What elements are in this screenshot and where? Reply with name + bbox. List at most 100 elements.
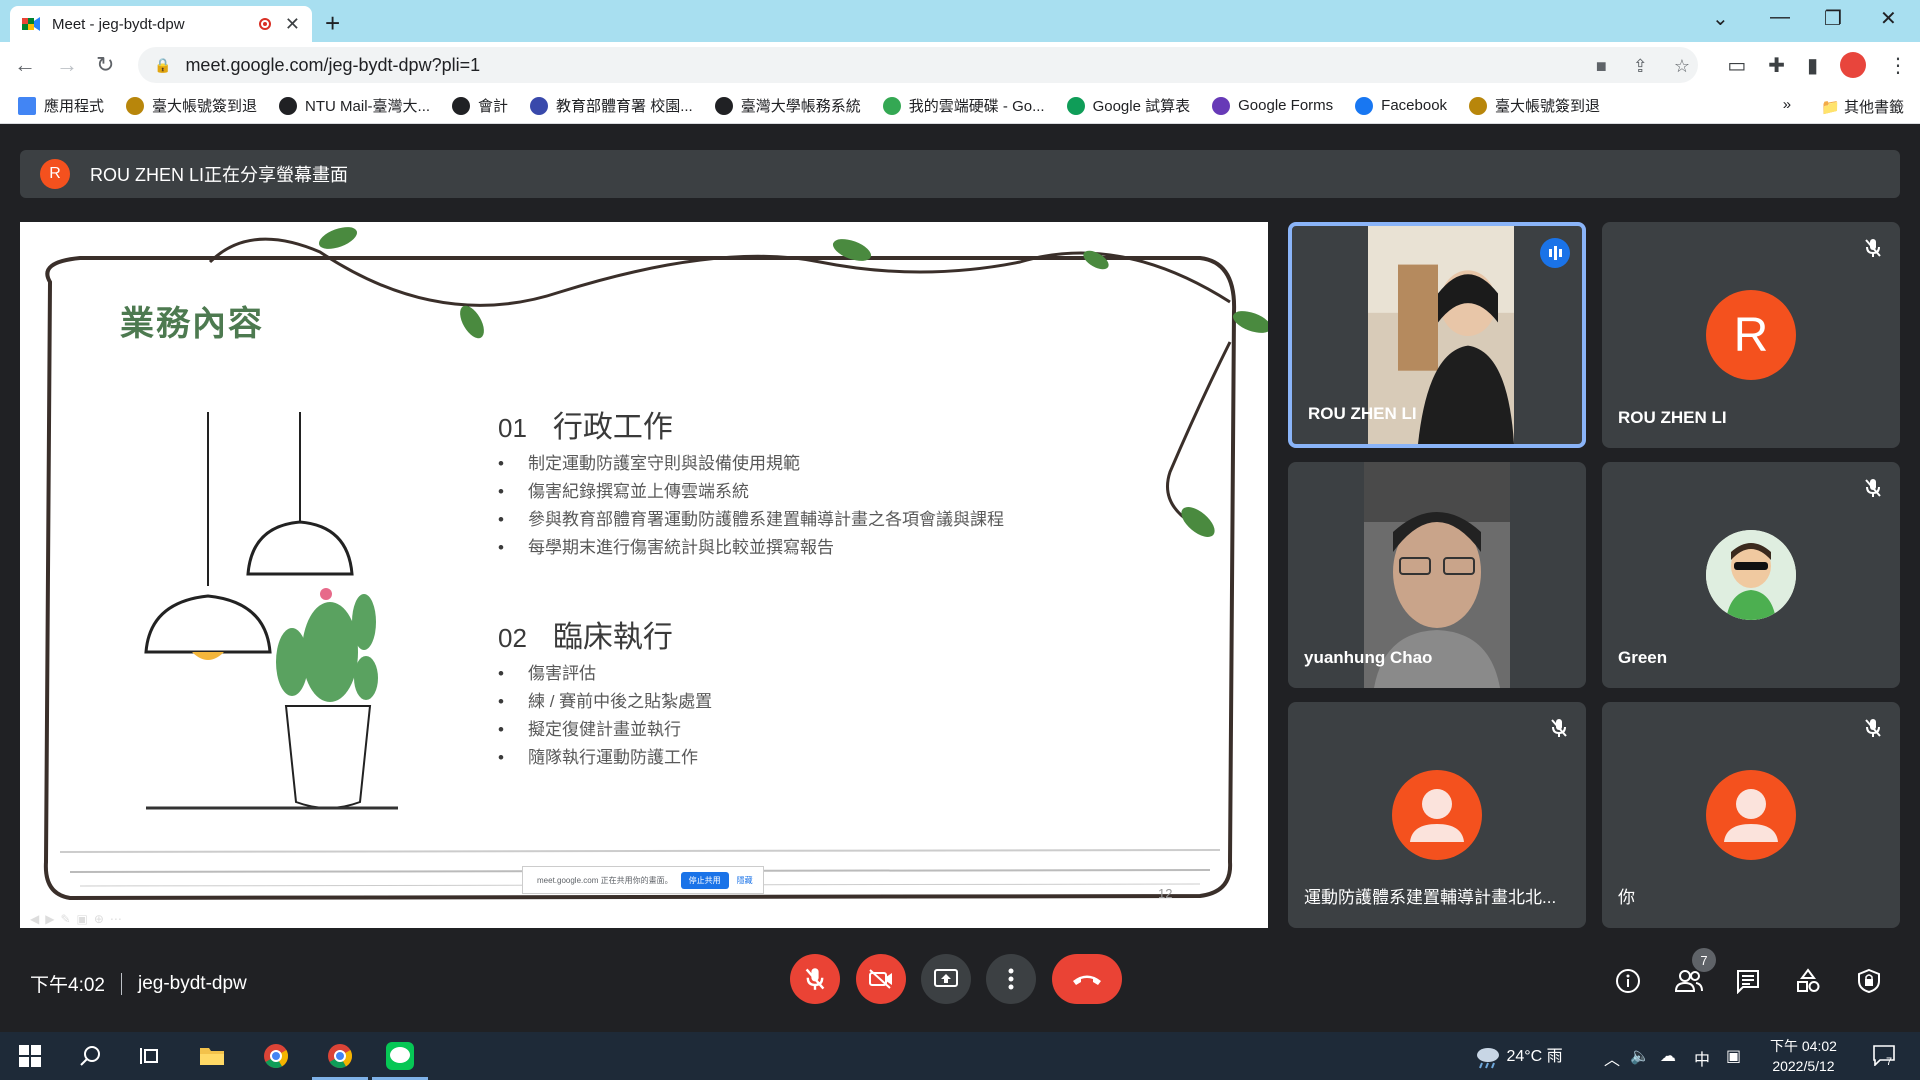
- extensions-icon[interactable]: ✚: [1768, 53, 1785, 78]
- other-bookmarks[interactable]: 📁 其他書籤: [1821, 96, 1904, 117]
- forward-button[interactable]: →: [56, 52, 78, 78]
- meet-control-bar: 下午4:02 jeg-bydt-dpw 7: [0, 926, 1920, 1032]
- chrome-icon: [328, 1044, 353, 1069]
- bookmark-icon: [530, 96, 549, 115]
- activities-icon[interactable]: [1795, 968, 1821, 994]
- participant-tile[interactable]: ROU ZHEN LI: [1288, 222, 1586, 448]
- minimize-button[interactable]: —: [1770, 6, 1790, 29]
- bookmark-label: 教育部體育署 校園...: [556, 98, 693, 115]
- bookmark-icon: [126, 96, 145, 115]
- meet-area: R ROU ZHEN LI正在分享螢幕畫面 業務內容 01 行政工作 • 制定運…: [0, 124, 1920, 1032]
- host-controls-shield-icon[interactable]: [1856, 968, 1882, 994]
- stop-sharing-button[interactable]: 停止共用: [680, 871, 729, 889]
- address-bar[interactable]: 🔒 meet.google.com/jeg-bydt-dpw?pli=1: [138, 47, 1698, 83]
- notifications-icon[interactable]: 7: [1872, 1044, 1896, 1071]
- weather-text: 24°C 雨: [1506, 1048, 1563, 1065]
- bookmark-item[interactable]: NTU Mail-臺灣大...: [279, 95, 430, 116]
- line-app-button[interactable]: [386, 1042, 414, 1070]
- bookmark-item[interactable]: 我的雲端硬碟 - Go...: [882, 95, 1045, 116]
- bookmark-item[interactable]: 臺大帳號簽到退: [126, 95, 257, 116]
- section-1-list: 制定運動防護室守則與設備使用規範 傷害紀錄撰寫並上傳雲端系統 參與教育部體育署運…: [498, 450, 1004, 562]
- people-icon[interactable]: [1674, 968, 1704, 994]
- back-button[interactable]: ←: [14, 52, 36, 78]
- bookmark-item[interactable]: Google Forms: [1212, 96, 1334, 115]
- participant-tile[interactable]: Green: [1602, 462, 1900, 688]
- camera-in-use-icon[interactable]: ■: [1596, 56, 1607, 77]
- bookmark-item[interactable]: 應用程式: [18, 95, 104, 116]
- chat-icon[interactable]: [1735, 968, 1761, 994]
- mic-off-icon: [1550, 718, 1568, 743]
- bookmark-item[interactable]: 臺大帳號簽到退: [1469, 95, 1600, 116]
- bookmarks-overflow-icon[interactable]: »: [1783, 96, 1791, 117]
- restore-button[interactable]: ❐: [1824, 6, 1842, 31]
- chrome-icon: [264, 1044, 289, 1069]
- meeting-code: jeg-bydt-dpw: [137, 972, 247, 994]
- profile-avatar[interactable]: [1840, 52, 1866, 78]
- new-tab-button[interactable]: +: [325, 8, 340, 39]
- bookmark-item[interactable]: 會計: [452, 95, 508, 116]
- participant-tile[interactable]: 你: [1602, 702, 1900, 928]
- participant-name: yuanhung Chao: [1304, 648, 1433, 667]
- ime-mode-icon[interactable]: ▣: [1726, 1046, 1741, 1066]
- side-panel-icon[interactable]: ▮: [1807, 53, 1818, 78]
- hide-button[interactable]: 隱藏: [737, 875, 753, 886]
- tab-search-chevron-icon[interactable]: ⌄: [1712, 6, 1729, 31]
- speaking-indicator-icon: [1540, 238, 1570, 268]
- mic-off-icon: [1864, 718, 1882, 743]
- more-options-button[interactable]: [986, 954, 1036, 1004]
- meeting-details-info-icon[interactable]: [1615, 968, 1641, 994]
- bookmark-icon: [1066, 96, 1085, 115]
- notification-center-icon: [1873, 1045, 1895, 1067]
- share-icon[interactable]: ⇪: [1633, 56, 1648, 77]
- chrome-button[interactable]: [262, 1042, 290, 1070]
- tray-overflow-icon[interactable]: ︿: [1604, 1046, 1620, 1070]
- onedrive-cloud-icon[interactable]: ☁: [1660, 1046, 1676, 1066]
- participant-tile[interactable]: 運動防護體系建置輔導計畫北北...: [1288, 702, 1586, 928]
- mic-off-icon: [805, 968, 825, 990]
- list-item: 每學期末進行傷害統計與比較並撰寫報告: [498, 534, 1004, 562]
- chrome-active-button[interactable]: [326, 1042, 354, 1070]
- list-item: 參與教育部體育署運動防護體系建置輔導計畫之各項會議與課程: [498, 506, 1004, 534]
- list-item: 練 / 賽前中後之貼紮處置: [498, 688, 712, 716]
- section-1-heading: 01 行政工作: [498, 411, 673, 444]
- bookmark-star-icon[interactable]: ☆: [1674, 56, 1690, 77]
- camera-toggle-button[interactable]: [856, 954, 906, 1004]
- mic-toggle-button[interactable]: [790, 954, 840, 1004]
- bookmark-item[interactable]: 臺灣大學帳務系統: [714, 95, 861, 116]
- leave-call-button[interactable]: [1052, 954, 1122, 1004]
- tab-close-icon[interactable]: ✕: [285, 14, 300, 35]
- ime-indicator[interactable]: 中: [1694, 1046, 1710, 1070]
- cartoon-avatar-icon: [1706, 530, 1796, 620]
- shared-screen-slide: 業務內容 01行政工作 制定運動防護室守則與設備使用規範 傷害紀錄撰寫並上傳雲端…: [20, 222, 1268, 928]
- rain-cloud-icon: [1477, 1047, 1499, 1069]
- file-explorer-button[interactable]: [198, 1042, 226, 1070]
- volume-icon[interactable]: 🔈: [1630, 1046, 1650, 1066]
- bookmark-item[interactable]: Google 試算表: [1066, 95, 1190, 116]
- chrome-menu-icon[interactable]: ⋮: [1888, 53, 1908, 78]
- participant-tile[interactable]: yuanhung Chao: [1288, 462, 1586, 688]
- search-button[interactable]: [76, 1042, 104, 1070]
- present-now-button[interactable]: [921, 954, 971, 1004]
- participant-avatar: [1392, 770, 1482, 860]
- sharing-notice-bar: meet.google.com 正在共用你的畫面。 停止共用 隱藏: [522, 866, 764, 894]
- taskbar-time: 下午 04:02: [1770, 1038, 1837, 1054]
- bookmark-item[interactable]: Facebook: [1355, 96, 1447, 115]
- cast-icon[interactable]: ▭: [1727, 53, 1746, 78]
- participant-avatar: [1706, 770, 1796, 860]
- list-item: 制定運動防護室守則與設備使用規範: [498, 450, 1004, 478]
- start-button[interactable]: [16, 1042, 44, 1070]
- participant-tile[interactable]: R ROU ZHEN LI: [1602, 222, 1900, 448]
- close-window-button[interactable]: ✕: [1880, 6, 1897, 31]
- reload-button[interactable]: ↻: [96, 52, 114, 78]
- hang-up-icon: [1073, 975, 1101, 985]
- bookmarks-bar: 應用程式 臺大帳號簽到退 NTU Mail-臺灣大... 會計 教育部體育署 校園...…: [0, 88, 1920, 124]
- bookmark-label: 臺大帳號簽到退: [152, 98, 258, 115]
- bookmark-label: Google Forms: [1238, 97, 1334, 114]
- bookmark-item[interactable]: 教育部體育署 校園...: [530, 95, 693, 116]
- browser-tab-meet[interactable]: Meet - jeg-bydt-dpw ✕: [10, 6, 312, 42]
- weather-widget[interactable]: 24°C 雨: [1474, 1042, 1563, 1069]
- slide-controls[interactable]: ◀▶✎▣⊕⋯: [30, 912, 128, 926]
- task-view-button[interactable]: [136, 1042, 164, 1070]
- participant-avatar: [1706, 530, 1796, 620]
- taskbar-clock[interactable]: 下午 04:02 2022/5/12: [1770, 1036, 1837, 1076]
